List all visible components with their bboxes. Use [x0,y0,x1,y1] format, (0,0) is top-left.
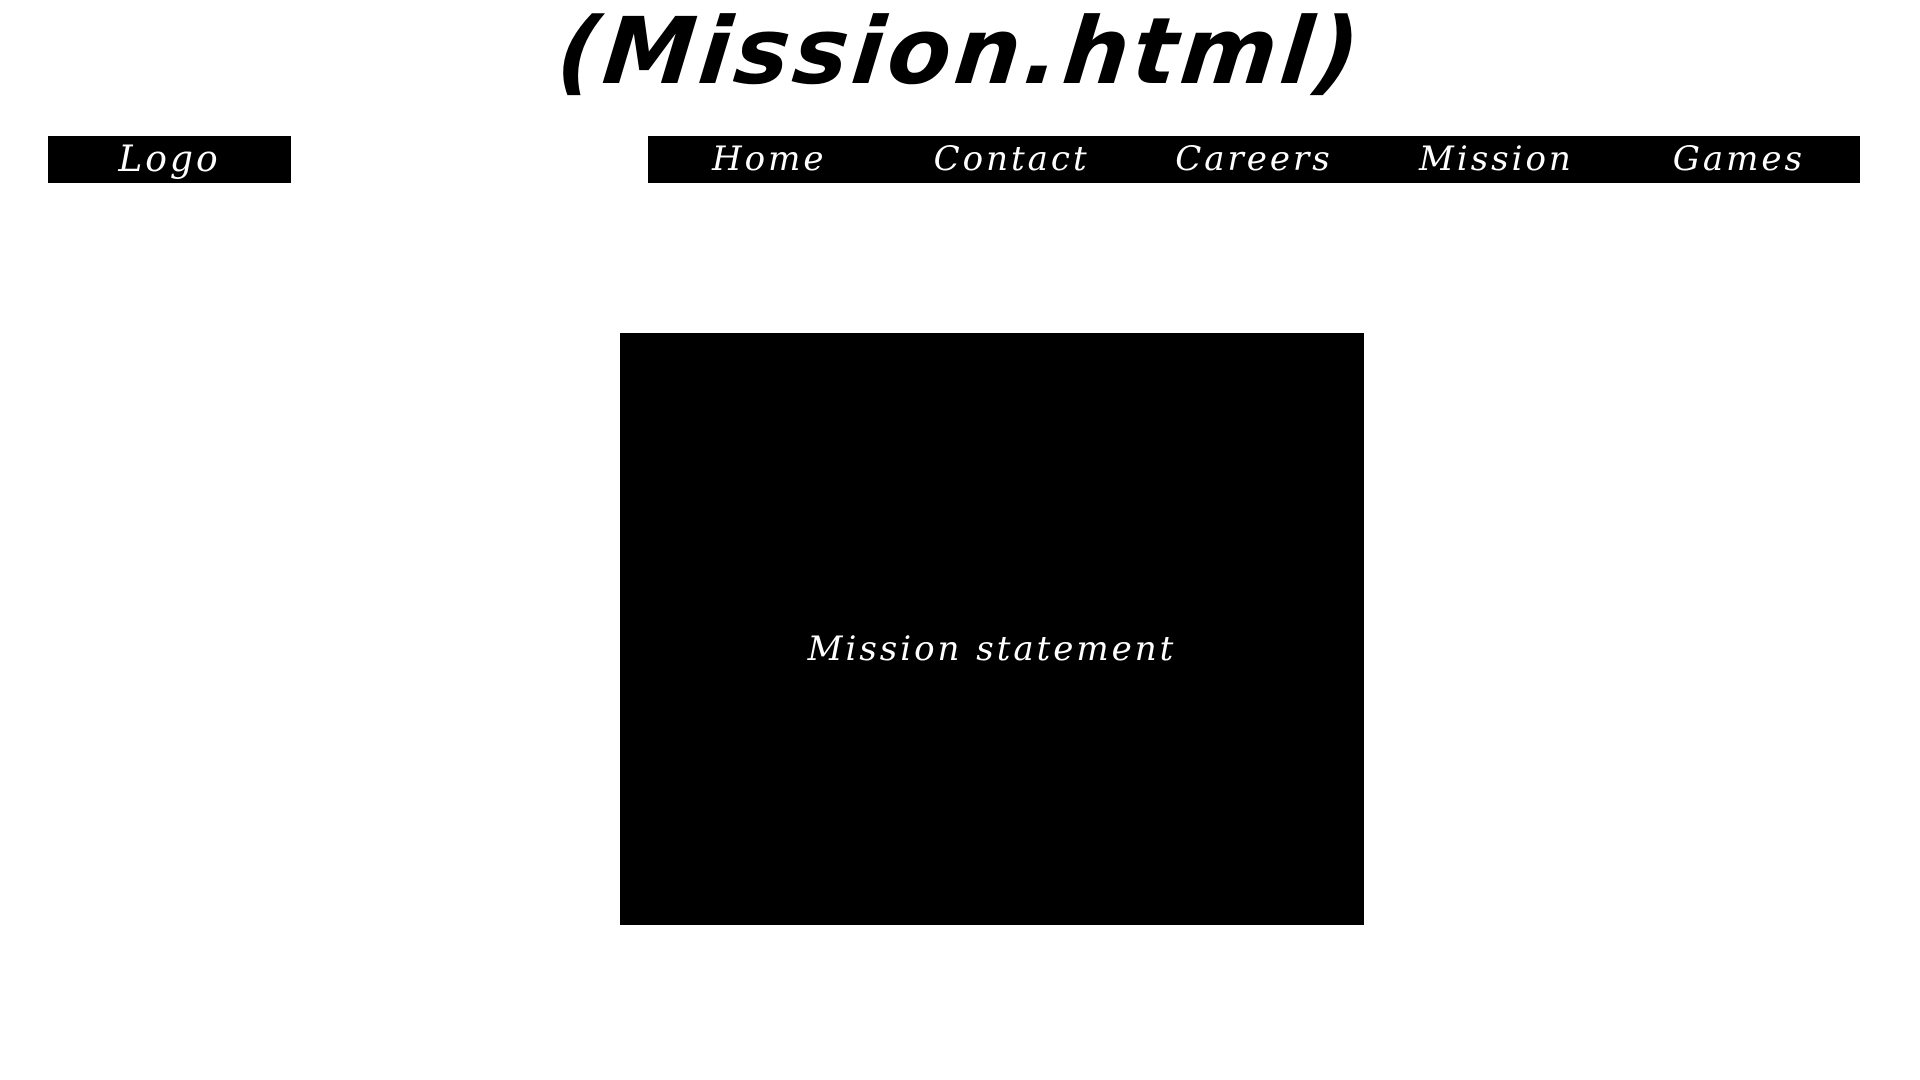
nav-item-mission[interactable]: Mission [1375,136,1617,183]
mission-panel: Mission statement [620,333,1364,925]
nav-item-home[interactable]: Home [648,136,890,183]
nav-item-careers[interactable]: Careers [1133,136,1375,183]
nav-item-contact[interactable]: Contact [890,136,1132,183]
page-title: (Mission.html) [552,0,1369,105]
mission-statement: Mission statement [807,629,1177,669]
logo[interactable]: Logo [48,136,291,183]
nav-item-games[interactable]: Games [1618,136,1860,183]
nav-bar: Home Contact Careers Mission Games [648,136,1860,183]
